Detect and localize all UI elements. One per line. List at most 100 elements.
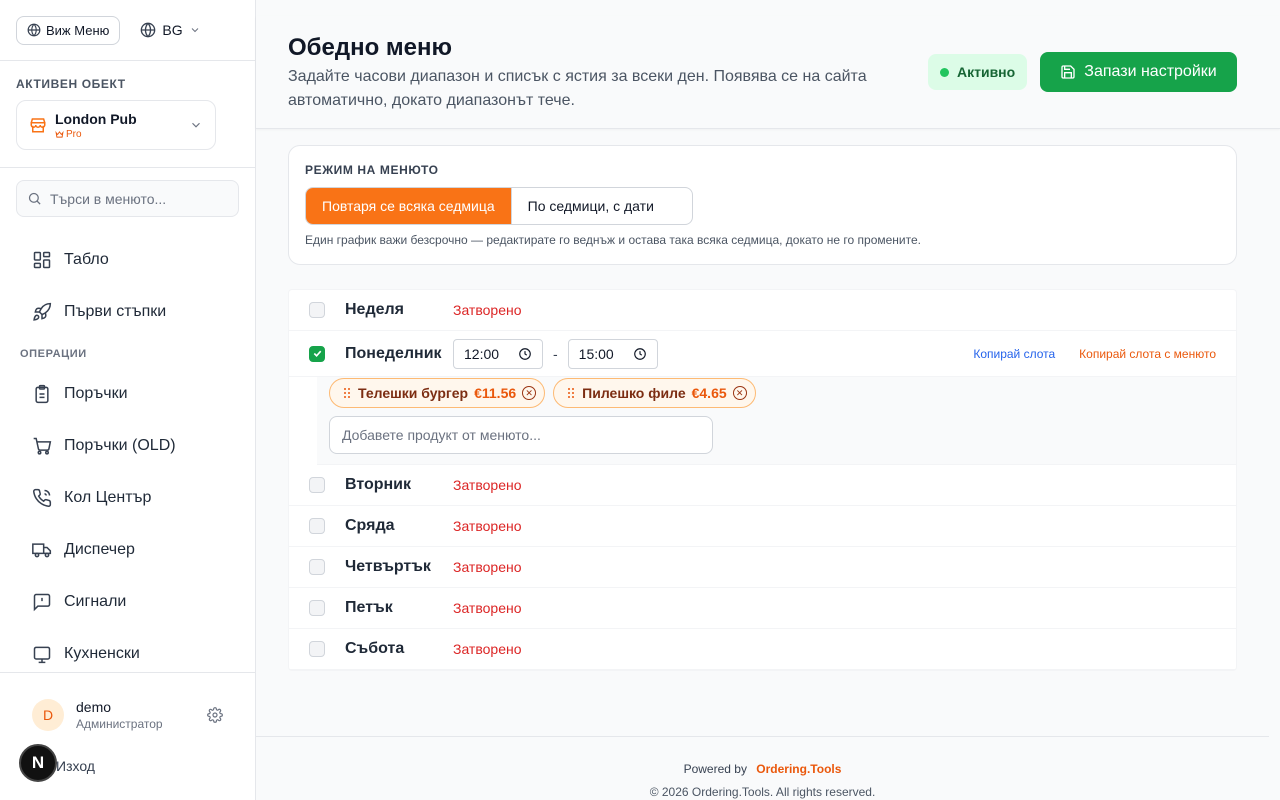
sidebar-item-label: Първи стъпки <box>64 303 167 320</box>
kitchen-icon <box>32 644 52 664</box>
rocket-icon <box>32 302 52 322</box>
chevron-down-icon <box>189 118 203 132</box>
closed-label: Затворено <box>453 302 522 318</box>
sidebar-item-label: Кухненски <box>64 645 140 662</box>
sidebar-item-label: Поръчки <box>64 385 128 402</box>
sidebar: Виж Меню BG АКТИВЕН ОБЕКТ London Pub Pro… <box>0 0 256 800</box>
day-name: Понеделник <box>345 344 442 362</box>
closed-label: Затворено <box>453 518 522 534</box>
remove-item-icon[interactable]: ✕ <box>522 386 537 400</box>
drag-handle-icon[interactable] <box>566 387 576 399</box>
day-checkbox[interactable] <box>309 518 325 534</box>
mode-by-dates-button[interactable]: По седмици, с дати <box>510 188 670 224</box>
day-checkbox[interactable] <box>309 477 325 493</box>
day-row-tuesday: Вторник Затворено <box>289 465 1236 506</box>
sidebar-item-dispatcher[interactable]: Диспечер <box>0 524 255 576</box>
sidebar-item-label: Поръчки (OLD) <box>64 437 176 454</box>
sidebar-item-first-steps[interactable]: Първи стъпки <box>0 286 255 338</box>
day-checkbox[interactable] <box>309 600 325 616</box>
day-row-saturday: Събота Затворено <box>289 629 1236 670</box>
day-row-sunday: Неделя Затворено <box>289 290 1236 331</box>
monday-menu-items: Телешки бургер €11.56 ✕ Пилешко филе €4.… <box>317 377 1236 465</box>
sidebar-item-signals[interactable]: Сигнали <box>0 576 255 628</box>
save-settings-button[interactable]: Запази настройки <box>1040 52 1237 92</box>
section-heading-operations: ОПЕРАЦИИ <box>20 348 87 360</box>
store-icon <box>29 116 47 134</box>
copy-slot-with-menu-link[interactable]: Копирай слота с менюто <box>1079 347 1216 361</box>
page-header: Обедно меню Задайте часови диапазон и сп… <box>256 16 1280 129</box>
active-object-select[interactable]: London Pub Pro <box>16 100 216 150</box>
menu-item-name: Пилешко филе <box>582 385 686 401</box>
day-name: Вторник <box>345 476 412 493</box>
day-row-monday: Понеделник 12:00 - 15:00 Копирай слота К… <box>289 331 1236 377</box>
day-checkbox[interactable] <box>309 641 325 657</box>
sidebar-item-dashboard[interactable]: Табло <box>0 234 255 286</box>
days-schedule: Неделя Затворено Понеделник 12:00 - 15:0… <box>288 289 1237 671</box>
closed-label: Затворено <box>453 641 522 657</box>
menu-mode-toggle: Повтаря се всяка седмица По седмици, с д… <box>305 187 693 225</box>
mode-weekly-repeat-button[interactable]: Повтаря се всяка седмица <box>306 188 511 224</box>
object-tier-badge: Pro <box>55 129 181 140</box>
phone-icon <box>32 488 52 508</box>
menu-item-chip[interactable]: Пилешко филе €4.65 ✕ <box>553 378 756 408</box>
day-checkbox[interactable] <box>309 302 325 318</box>
save-icon <box>1060 64 1076 80</box>
closed-label: Затворено <box>453 600 522 616</box>
sidebar-item-label: Сигнали <box>64 593 127 610</box>
status-label: Активно <box>957 64 1016 80</box>
time-to-input[interactable]: 15:00 <box>567 338 658 369</box>
time-from-input[interactable]: 12:00 <box>453 338 543 369</box>
crown-icon <box>55 130 64 139</box>
sidebar-item-kitchen[interactable]: Кухненски <box>0 628 255 672</box>
day-row-thursday: Четвъртък Затворено <box>289 547 1236 588</box>
day-checkbox[interactable] <box>309 345 325 362</box>
remove-item-icon[interactable]: ✕ <box>732 386 747 400</box>
drag-handle-icon[interactable] <box>342 387 352 399</box>
gear-icon[interactable] <box>207 707 223 723</box>
view-menu-label: Виж Меню <box>46 22 110 38</box>
time-separator: - <box>553 345 558 362</box>
powered-by: Powered by Ordering.Tools <box>256 762 1269 776</box>
search-input[interactable] <box>50 190 230 207</box>
day-name: Четвъртък <box>345 558 431 575</box>
globe-icon <box>27 23 41 37</box>
day-checkbox[interactable] <box>309 559 325 575</box>
day-name: Събота <box>345 640 405 657</box>
time-value: 12:00 <box>464 345 500 362</box>
sidebar-item-label: Диспечер <box>64 541 135 558</box>
closed-label: Затворено <box>453 477 522 493</box>
sidebar-top-bar: Виж Меню BG <box>0 0 255 61</box>
dev-tools-badge[interactable]: N <box>19 744 57 782</box>
user-role: Администратор <box>76 717 163 731</box>
check-icon <box>312 348 323 359</box>
object-name: London Pub <box>55 110 137 127</box>
page-description: Задайте часови диапазон и списък с ястия… <box>288 68 867 109</box>
chevron-down-icon <box>189 24 201 36</box>
globe-icon <box>140 22 156 38</box>
day-name: Неделя <box>345 301 405 318</box>
active-object-label: АКТИВЕН ОБЕКТ <box>16 77 126 91</box>
object-tier-label: Pro <box>66 128 82 140</box>
save-settings-label: Запази настройки <box>1084 63 1217 80</box>
menu-item-chip[interactable]: Телешки бургер €11.56 ✕ <box>329 378 546 408</box>
menu-item-price: €4.65 <box>691 385 727 401</box>
sidebar-item-call-center[interactable]: Кол Център <box>0 472 255 524</box>
page-footer: Powered by Ordering.Tools © 2026 Orderin… <box>256 736 1269 800</box>
sidebar-nav: Табло Първи стъпки ОПЕРАЦИИ Поръчки Поръ… <box>0 234 255 672</box>
search-icon <box>27 191 42 206</box>
view-menu-button[interactable]: Виж Меню <box>16 15 121 45</box>
day-row-friday: Петък Затворено <box>289 588 1236 629</box>
clock-icon <box>633 347 647 361</box>
add-product-input[interactable] <box>329 416 713 454</box>
user-name: demo <box>76 699 112 715</box>
menu-item-name: Телешки бургер <box>358 385 469 401</box>
sidebar-item-orders-old[interactable]: Поръчки (OLD) <box>0 420 255 472</box>
language-selector[interactable]: BG <box>132 22 208 38</box>
sidebar-item-label: Кол Център <box>64 489 152 506</box>
page-title: Обедно меню <box>288 34 452 61</box>
copy-slot-link[interactable]: Копирай слота <box>973 347 1055 361</box>
brand-link[interactable]: Ordering.Tools <box>756 762 841 776</box>
sidebar-item-orders[interactable]: Поръчки <box>0 368 255 420</box>
logout-link[interactable]: Изход <box>56 758 95 774</box>
truck-icon <box>32 540 52 560</box>
